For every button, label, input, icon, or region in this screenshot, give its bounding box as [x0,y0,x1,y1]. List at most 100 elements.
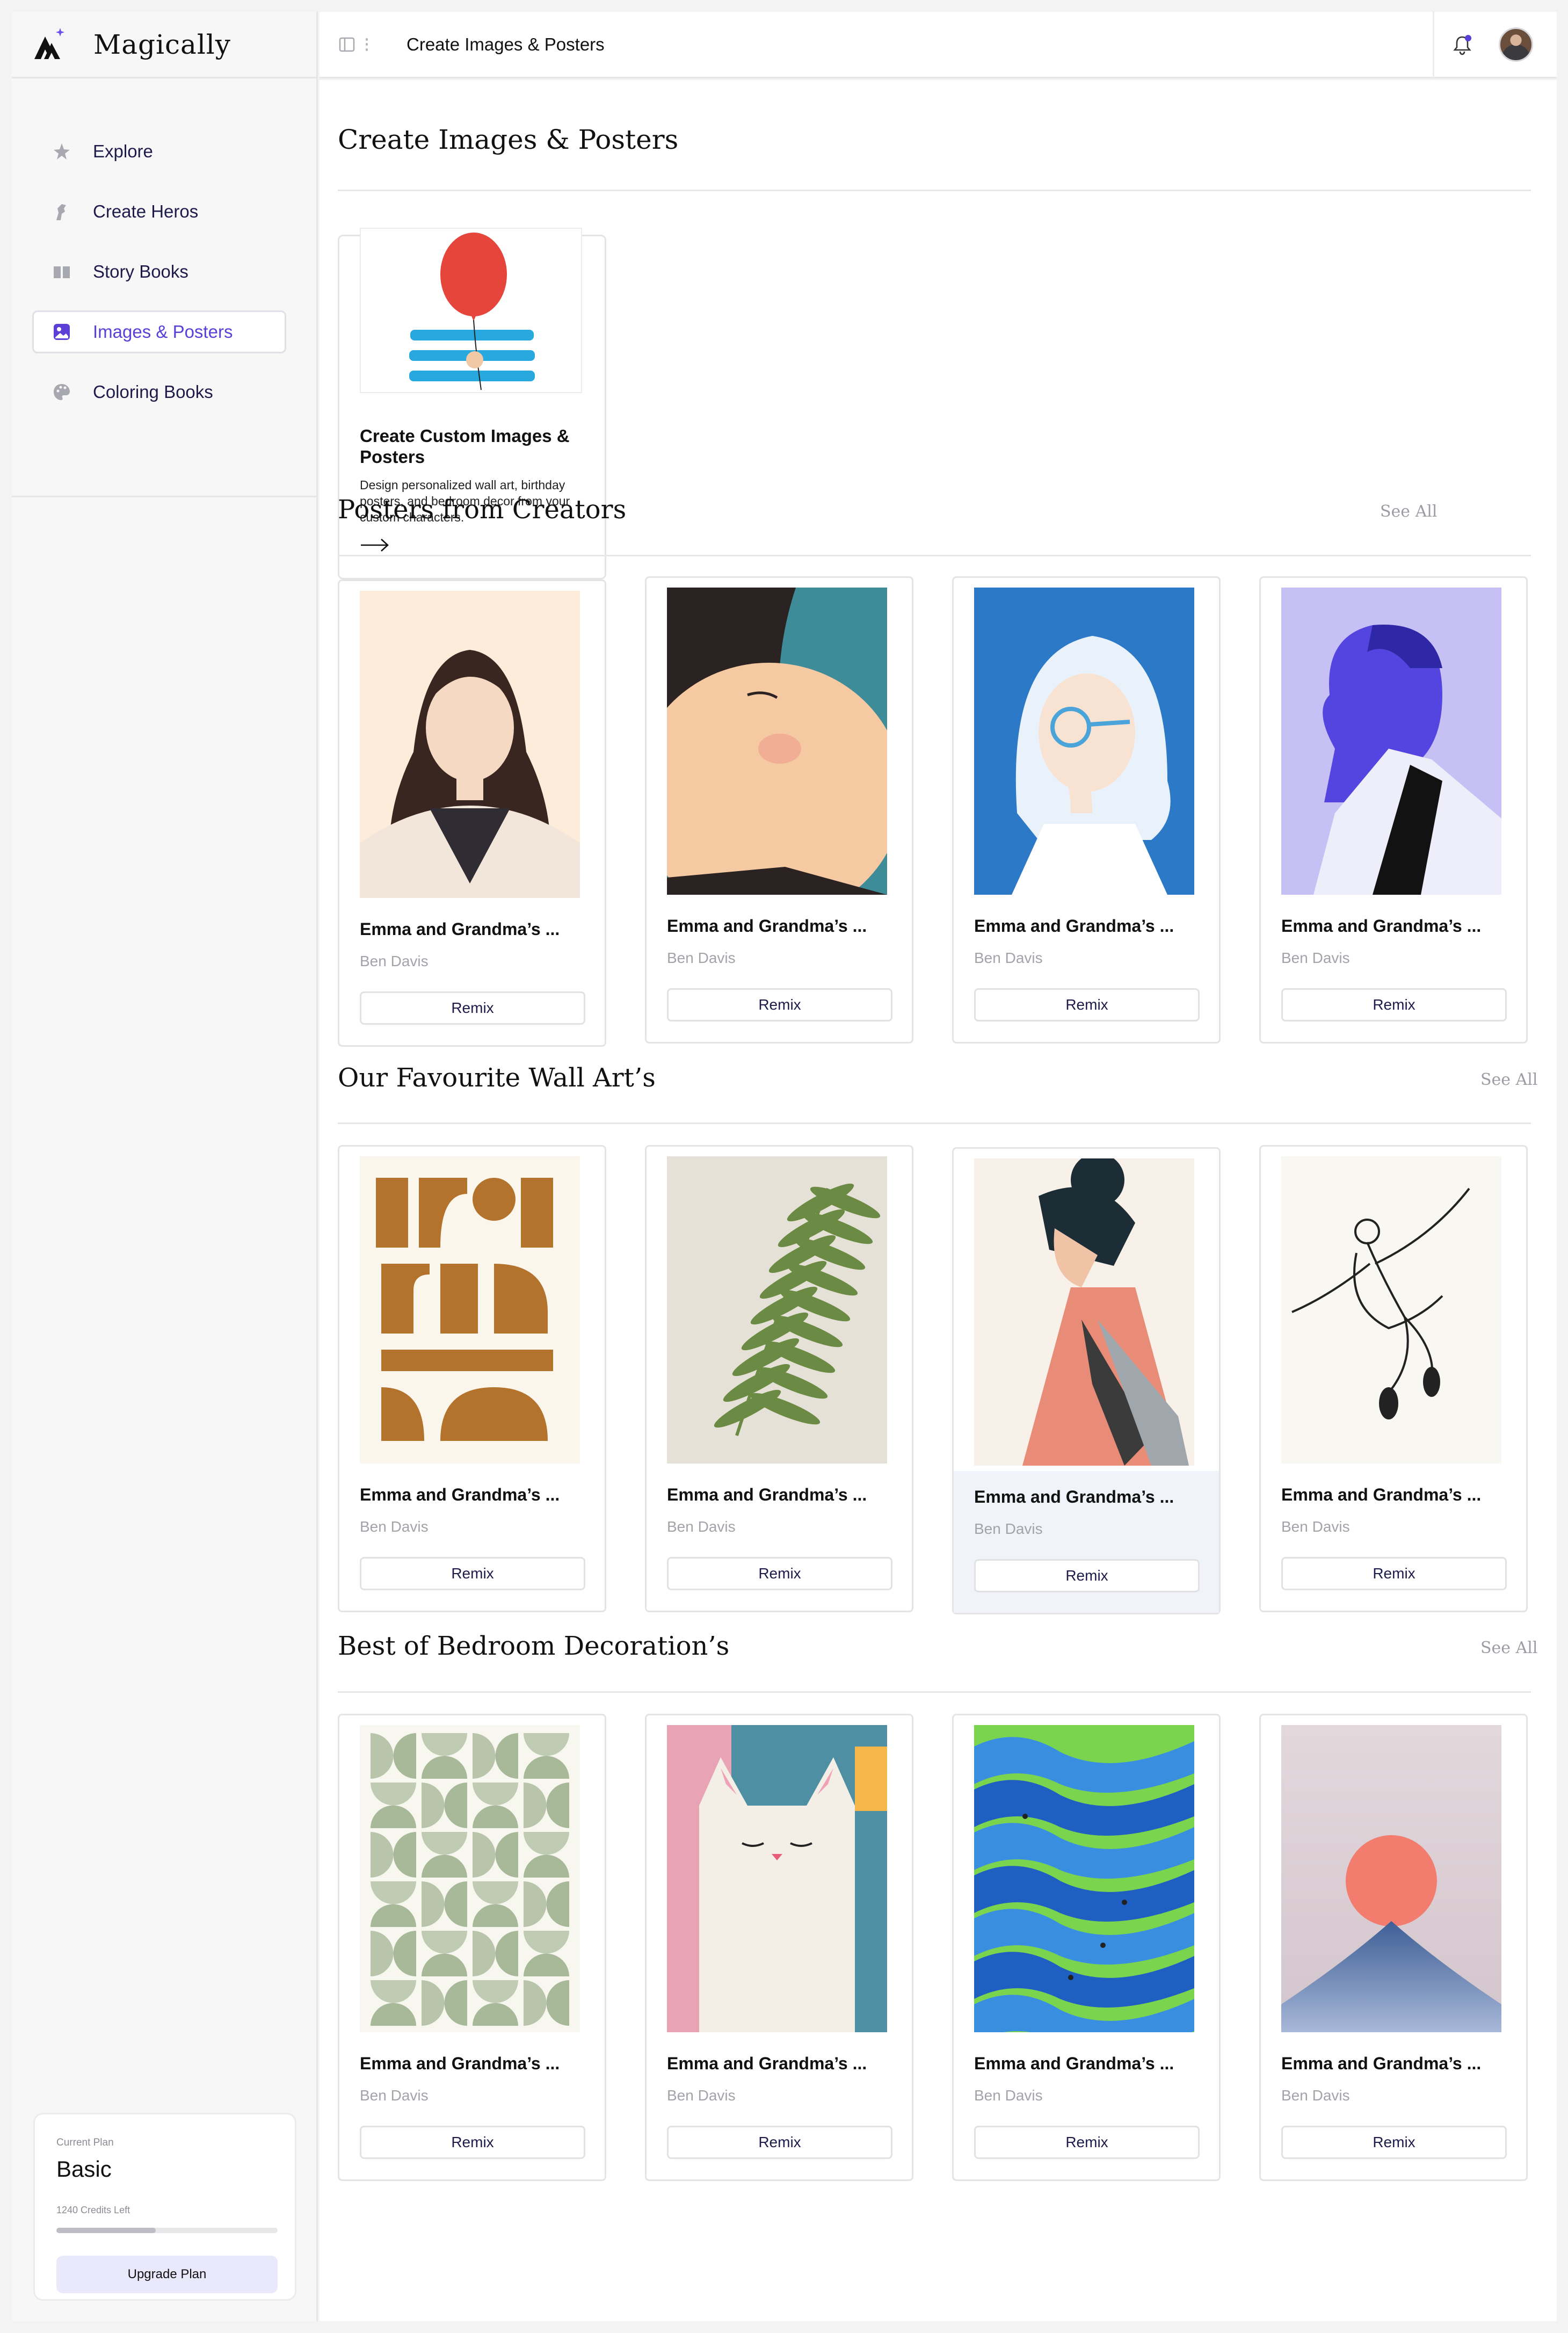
credits-progress-bar [56,2228,278,2233]
sidebar-item-label: Story Books [93,262,188,281]
poster-image[interactable] [974,1725,1194,2032]
poster-image[interactable] [667,1725,887,2032]
card-author: Ben Davis [667,2087,736,2104]
card-title: Emma and Grandma’s ... [667,916,867,936]
see-all-link[interactable]: See All [1380,502,1437,521]
sidebar-item-label: Images & Posters [93,322,233,342]
remix-button[interactable]: Remix [360,2126,585,2159]
poster-card[interactable]: Emma and Grandma’s ... Ben Davis Remix [645,576,913,1044]
card-author: Ben Davis [974,1520,1043,1537]
poster-card[interactable]: Emma and Grandma’s ... Ben Davis Remix [338,1714,606,2181]
card-author: Ben Davis [974,2087,1043,2104]
palette-icon [52,382,71,402]
card-footer: Emma and Grandma’s ... Ben Davis Remix [954,900,1219,1042]
hero-icon [52,202,71,221]
see-all-link[interactable]: See All [1480,1639,1537,1657]
poster-image[interactable] [360,1725,580,2032]
card-title: Emma and Grandma’s ... [1281,916,1482,936]
sidebar-item-coloring-books[interactable]: Coloring Books [32,371,286,414]
poster-image[interactable] [360,1156,580,1463]
credits-progress-fill [56,2228,156,2233]
remix-button[interactable]: Remix [667,988,892,1021]
remix-button[interactable]: Remix [667,2126,892,2159]
bell-icon[interactable] [1450,33,1474,56]
see-all-link[interactable]: See All [1480,1070,1537,1089]
remix-button[interactable]: Remix [1281,1557,1507,1590]
sidebar: Magically Explore Create Heros Story Boo… [12,12,318,2321]
top-bar: Create Images & Posters [320,11,1557,78]
card-author: Ben Davis [360,1518,429,1535]
divider [338,190,1531,191]
card-footer: Emma and Grandma’s ... Ben Davis Remix [954,1471,1219,1613]
card-title: Emma and Grandma’s ... [360,2054,560,2073]
plan-name: Basic [56,2156,112,2182]
remix-button[interactable]: Remix [1281,2126,1507,2159]
poster-image[interactable] [1281,1156,1501,1463]
card-footer: Emma and Grandma’s ... Ben Davis Remix [954,2038,1219,2179]
avatar[interactable] [1499,27,1533,62]
card-title: Emma and Grandma’s ... [360,1485,560,1504]
poster-image[interactable] [974,588,1194,895]
sidebar-item-label: Create Heros [93,201,199,221]
sidebar-item-create-heros[interactable]: Create Heros [32,190,286,233]
remix-button[interactable]: Remix [974,1559,1200,1592]
remix-button[interactable]: Remix [1281,988,1507,1021]
poster-card[interactable]: Emma and Grandma’s ... Ben Davis Remix [952,1147,1221,1614]
section-title: Best of Bedroom Decoration’s [338,1631,730,1661]
remix-button[interactable]: Remix [667,1557,892,1590]
poster-image[interactable] [1281,1725,1501,2032]
poster-card[interactable]: Emma and Grandma’s ... Ben Davis Remix [645,1714,913,2181]
card-author: Ben Davis [360,953,429,969]
poster-card[interactable]: Emma and Grandma’s ... Ben Davis Remix [338,579,606,1047]
poster-image[interactable] [667,588,887,895]
magically-logo-icon[interactable] [31,26,69,63]
remix-button[interactable]: Remix [360,991,585,1025]
card-author: Ben Davis [1281,2087,1350,2104]
card-footer: Emma and Grandma’s ... Ben Davis Remix [1261,1469,1526,1611]
poster-card[interactable]: Emma and Grandma’s ... Ben Davis Remix [1259,576,1528,1044]
plan-credits: 1240 Credits Left [56,2205,130,2215]
poster-card[interactable]: Emma and Grandma’s ... Ben Davis Remix [952,1714,1221,2181]
poster-card[interactable]: Emma and Grandma’s ... Ben Davis Remix [1259,1145,1528,1612]
card-title: Emma and Grandma’s ... [974,1487,1174,1506]
card-title: Emma and Grandma’s ... [667,1485,867,1504]
book-icon [52,262,71,281]
page-breadcrumb: Create Images & Posters [406,34,605,54]
poster-card[interactable]: Emma and Grandma’s ... Ben Davis Remix [645,1145,913,1612]
sidebar-item-story-books[interactable]: Story Books [32,250,286,293]
top-bar-actions [1433,11,1557,78]
brand-name: Magically [93,28,231,60]
create-custom-card[interactable]: Create Custom Images & Posters Design pe… [338,228,606,579]
card-footer: Emma and Grandma’s ... Ben Davis Remix [339,2038,605,2179]
card-title: Emma and Grandma’s ... [1281,1485,1482,1504]
card-author: Ben Davis [360,2087,429,2104]
star-icon [52,142,71,161]
card-author: Ben Davis [667,950,736,966]
plan-caption: Current Plan [56,2137,114,2148]
card-title: Emma and Grandma’s ... [1281,2054,1482,2073]
poster-image[interactable] [1281,588,1501,895]
sidebar-item-images-posters[interactable]: Images & Posters [32,310,286,353]
remix-button[interactable]: Remix [974,2126,1200,2159]
poster-image[interactable] [360,591,580,898]
card-footer: Emma and Grandma’s ... Ben Davis Remix [339,903,605,1045]
poster-image[interactable] [667,1156,887,1463]
card-author: Ben Davis [1281,1518,1350,1535]
poster-card[interactable]: Emma and Grandma’s ... Ben Davis Remix [338,1145,606,1612]
sidebar-toggle-icon[interactable] [339,37,355,53]
page-title: Create Images & Posters [338,124,679,155]
upgrade-plan-button[interactable]: Upgrade Plan [56,2256,278,2293]
poster-card[interactable]: Emma and Grandma’s ... Ben Davis Remix [952,576,1221,1044]
card-title: Emma and Grandma’s ... [667,2054,867,2073]
card-footer: Emma and Grandma’s ... Ben Davis Remix [647,1469,912,1611]
divider [338,555,1531,556]
arrow-right-icon[interactable] [360,537,390,553]
sidebar-item-label: Coloring Books [93,382,213,402]
remix-button[interactable]: Remix [974,988,1200,1021]
sidebar-item-explore[interactable]: Explore [32,130,286,173]
remix-button[interactable]: Remix [360,1557,585,1590]
poster-card[interactable]: Emma and Grandma’s ... Ben Davis Remix [1259,1714,1528,2181]
poster-image[interactable] [974,1158,1194,1466]
divider [338,1122,1531,1124]
card-title: Emma and Grandma’s ... [974,2054,1174,2073]
